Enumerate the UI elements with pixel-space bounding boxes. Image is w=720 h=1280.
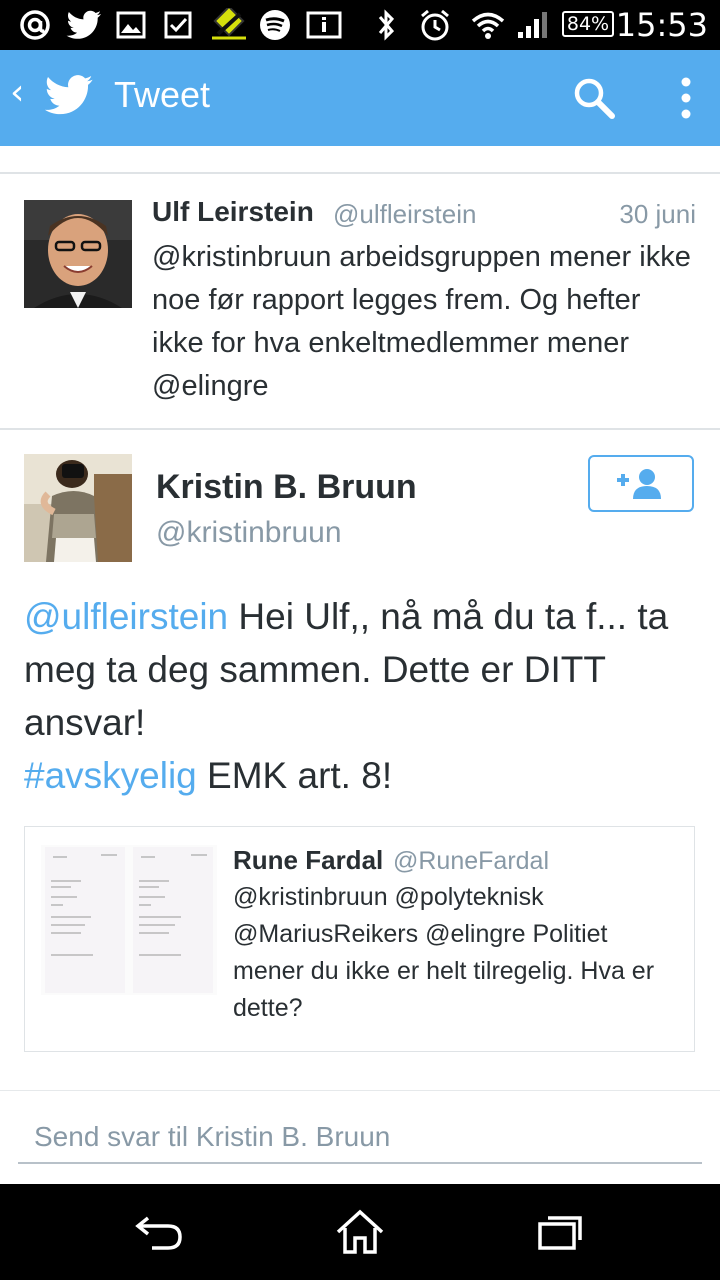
avatar[interactable] (24, 200, 132, 308)
wifi-icon (470, 8, 506, 42)
document-thumbnail[interactable] (41, 845, 217, 995)
follow-button[interactable] (588, 455, 694, 512)
quoted-tweet-text: @kristinbruun @polyteknisk @MariusReiker… (233, 883, 655, 1022)
spotify-icon (258, 8, 292, 42)
divider (0, 172, 720, 174)
add-user-icon (617, 468, 661, 499)
app-bar: ‹ Tweet (0, 50, 720, 146)
status-bar: 84% 15:53 (0, 0, 720, 50)
author-handle[interactable]: @kristinbruun (156, 516, 342, 550)
signal-icon (516, 8, 550, 42)
quoted-author-handle[interactable]: @RuneFardal (393, 847, 549, 876)
alarm-icon (418, 8, 452, 42)
info-icon (306, 8, 342, 42)
app-icon (210, 8, 248, 42)
reply-input[interactable] (18, 1112, 702, 1164)
divider (0, 428, 720, 430)
clock: 15:53 (615, 6, 708, 44)
twitter-logo-icon[interactable] (44, 74, 94, 121)
image-icon (116, 8, 146, 42)
avatar[interactable] (24, 454, 132, 562)
battery-indicator: 84% (562, 11, 614, 37)
tweet-text-part: EMK art. 8! (196, 755, 393, 796)
tweet-date: 30 juni (619, 199, 696, 229)
hashtag-link[interactable]: #avskyelig (24, 755, 197, 796)
tweet-text: @ulfleirstein Hei Ulf,, nå må du ta f...… (24, 590, 704, 802)
home-nav-icon[interactable] (330, 1202, 390, 1262)
tweet-text: @kristinbruun arbeidsgruppen mener ikke … (152, 241, 691, 402)
author-name[interactable]: Kristin B. Bruun (156, 468, 417, 507)
author-name[interactable]: Ulf Leirstein (152, 196, 314, 228)
bluetooth-icon (374, 8, 398, 42)
at-icon (18, 8, 52, 42)
mention-link[interactable]: @ulfleirstein (24, 596, 228, 637)
twitter-bird-icon (66, 8, 102, 42)
quoted-tweet-card[interactable]: Rune Fardal @RuneFardal @kristinbruun @p… (24, 826, 695, 1052)
nav-bar (0, 1184, 720, 1280)
search-icon[interactable] (572, 76, 616, 125)
back-icon[interactable]: ‹ (10, 72, 24, 113)
recent-apps-icon[interactable] (530, 1202, 590, 1262)
more-options-icon[interactable] (672, 76, 700, 127)
page-title: Tweet (114, 74, 211, 115)
quoted-author-name[interactable]: Rune Fardal (233, 845, 383, 876)
checkbox-icon (164, 8, 194, 42)
author-handle[interactable]: @ulfleirstein (333, 199, 476, 230)
back-nav-icon[interactable] (130, 1202, 190, 1262)
